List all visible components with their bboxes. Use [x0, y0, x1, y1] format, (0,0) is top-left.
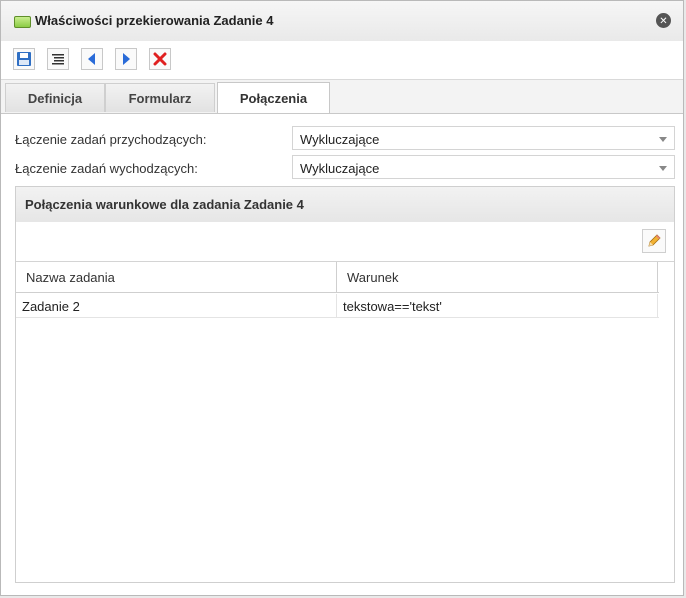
format-icon: [52, 54, 64, 65]
previous-button[interactable]: [81, 48, 103, 70]
conditional-connections-panel: Połączenia warunkowe dla zadania Zadanie…: [15, 186, 675, 583]
tab-polaczenia[interactable]: Połączenia: [217, 82, 330, 113]
tab-definicja[interactable]: Definicja: [5, 83, 105, 112]
close-button[interactable]: ✕: [656, 13, 671, 28]
arrow-right-icon: [123, 53, 130, 65]
panel-header: Połączenia warunkowe dla zadania Zadanie…: [16, 187, 674, 223]
delete-icon: [153, 52, 167, 66]
grid-header: Nazwa zadania Warunek: [16, 262, 659, 293]
delete-button[interactable]: [149, 48, 171, 70]
dialog-title: Właściwości przekierowania Zadanie 4: [35, 13, 274, 28]
tab-formularz[interactable]: Formularz: [105, 83, 215, 112]
chevron-down-icon: [659, 166, 667, 171]
incoming-join-select[interactable]: Wykluczające: [292, 126, 675, 150]
format-button[interactable]: [47, 48, 69, 70]
cell-task-name: Zadanie 2: [16, 294, 337, 318]
save-icon: [17, 52, 31, 66]
column-header-condition[interactable]: Warunek: [337, 262, 658, 293]
tab-bar: Definicja Formularz Połączenia: [1, 80, 683, 114]
next-button[interactable]: [115, 48, 137, 70]
close-icon: ✕: [659, 16, 668, 27]
chevron-down-icon: [659, 137, 667, 142]
incoming-join-value: Wykluczające: [300, 132, 380, 147]
dialog-titlebar[interactable]: Właściwości przekierowania Zadanie 4 ✕: [1, 1, 683, 42]
table-row[interactable]: Zadanie 2 tekstowa=='tekst': [16, 294, 659, 318]
incoming-join-label: Łączenie zadań przychodzących:: [15, 132, 207, 147]
outgoing-join-value: Wykluczające: [300, 161, 380, 176]
save-button[interactable]: [13, 48, 35, 70]
pencil-icon: [648, 234, 661, 247]
column-header-task-name[interactable]: Nazwa zadania: [16, 262, 337, 293]
outgoing-join-select[interactable]: Wykluczające: [292, 155, 675, 179]
panel-toolbar: [16, 222, 674, 262]
properties-dialog: Właściwości przekierowania Zadanie 4 ✕ D…: [0, 0, 684, 596]
outgoing-join-label: Łączenie zadań wychodzących:: [15, 161, 198, 176]
transition-icon: [14, 16, 31, 28]
cell-condition: tekstowa=='tekst': [337, 294, 658, 318]
panel-title: Połączenia warunkowe dla zadania Zadanie…: [25, 197, 304, 212]
toolbar: [1, 41, 683, 80]
edit-button[interactable]: [642, 229, 666, 253]
arrow-left-icon: [88, 53, 95, 65]
